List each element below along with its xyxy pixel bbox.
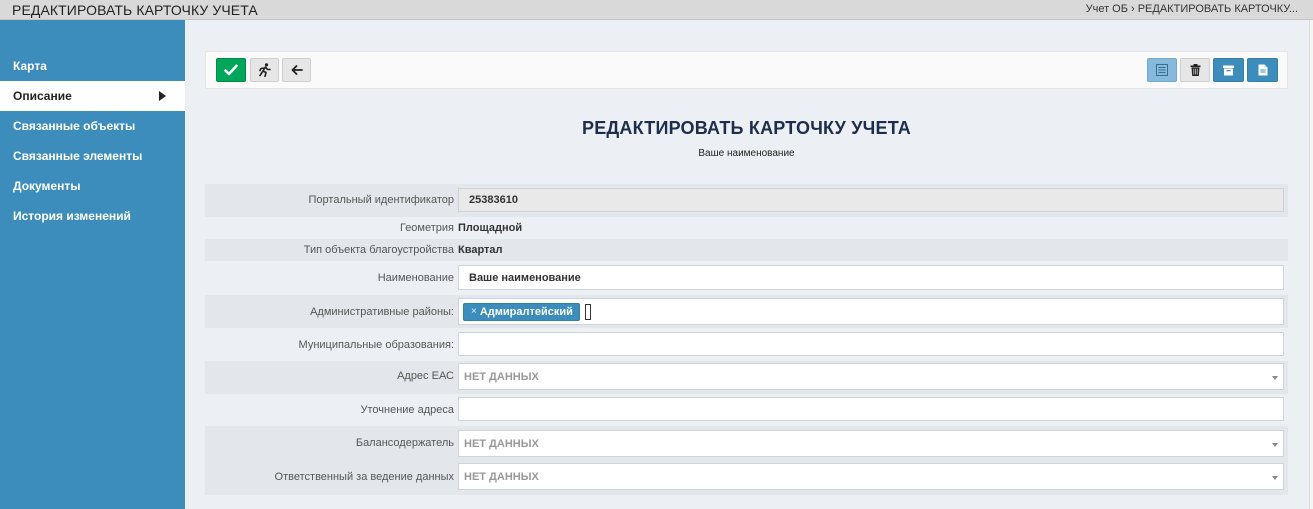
- sidebar-item-history[interactable]: История изменений: [0, 201, 185, 231]
- sidebar-item-map[interactable]: Карта: [0, 51, 185, 81]
- geometry-value: Площадной: [458, 222, 523, 234]
- sidebar-item-label: Связанные объекты: [13, 119, 136, 133]
- chevron-down-icon: [1272, 442, 1278, 447]
- sidebar: Карта Описание Связанные объекты Связанн…: [0, 20, 185, 509]
- field-label: Наименование: [377, 272, 454, 284]
- window-title: РЕДАКТИРОВАТЬ КАРТОЧКУ УЧЕТА: [12, 2, 258, 18]
- field-label: Геометрия: [399, 222, 454, 234]
- text-cursor: [584, 303, 591, 320]
- form-row-address: Адрес ЕАС НЕТ ДАННЫХ: [205, 361, 1288, 394]
- archive-icon: [1223, 65, 1234, 75]
- field-label: Муниципальные образования:: [298, 339, 454, 351]
- portal-id-value: 25383610: [469, 194, 518, 206]
- chevron-down-icon: [1272, 475, 1278, 480]
- form-row-address-detail: Уточнение адреса: [205, 394, 1288, 426]
- address-detail-input[interactable]: [458, 397, 1284, 421]
- delete-button[interactable]: [1180, 58, 1210, 82]
- field-label: Тип объекта благоустройства: [303, 244, 454, 256]
- form-row-responsible: Ответственный за ведение данных НЕТ ДАНН…: [205, 461, 1288, 495]
- archive-button[interactable]: [1213, 58, 1244, 82]
- triangle-right-icon: [159, 91, 166, 101]
- tag-remove-icon[interactable]: ×: [471, 306, 477, 317]
- district-tag: × Адмиралтейский: [463, 302, 580, 321]
- field-label: Портальный идентификатор: [308, 194, 454, 206]
- document-icon: [1258, 64, 1267, 76]
- run-icon: [259, 63, 271, 77]
- responsible-select-value: НЕТ ДАННЫХ: [464, 470, 539, 483]
- sidebar-item-label: Описание: [13, 89, 72, 103]
- trash-icon: [1190, 64, 1200, 76]
- balance-holder-select-value: НЕТ ДАННЫХ: [464, 437, 539, 450]
- name-input[interactable]: Ваше наименование: [458, 265, 1284, 290]
- field-label: Ответственный за ведение данных: [274, 471, 454, 483]
- sidebar-item-related-objects[interactable]: Связанные объекты: [0, 111, 185, 141]
- sidebar-item-documents[interactable]: Документы: [0, 171, 185, 201]
- scrollbar[interactable]: [1309, 20, 1313, 509]
- sidebar-item-label: История изменений: [13, 209, 131, 223]
- field-label: Уточнение адреса: [360, 404, 454, 416]
- address-select[interactable]: НЕТ ДАННЫХ: [458, 363, 1284, 390]
- form-row-portal-id: Портальный идентификатор 25383610: [205, 184, 1288, 217]
- page-title: РЕДАКТИРОВАТЬ КАРТОЧКУ УЧЕТА: [581, 118, 911, 138]
- form-row-balance-holder: Балансодержатель НЕТ ДАННЫХ: [205, 426, 1288, 461]
- arrow-left-icon: [291, 65, 303, 75]
- sidebar-item-label: Карта: [13, 59, 47, 73]
- balance-holder-select[interactable]: НЕТ ДАННЫХ: [458, 430, 1284, 457]
- sidebar-item-description[interactable]: Описание: [0, 81, 185, 111]
- chevron-down-icon: [1272, 375, 1278, 380]
- list-icon: [1156, 64, 1168, 76]
- object-type-value: Квартал: [458, 244, 503, 256]
- municipal-input[interactable]: [458, 332, 1284, 356]
- back-button[interactable]: [282, 58, 311, 82]
- form-row-geometry: Геометрия Площадной: [205, 217, 1288, 239]
- list-view-button[interactable]: [1147, 58, 1177, 82]
- field-label: Балансодержатель: [355, 437, 454, 449]
- run-button[interactable]: [250, 58, 279, 82]
- sidebar-item-label: Связанные элементы: [13, 149, 143, 163]
- district-tag-label: Адмиралтейский: [479, 305, 573, 318]
- form-row-municipal: Муниципальные образования:: [205, 328, 1288, 361]
- name-input-value: Ваше наименование: [469, 271, 581, 284]
- title-bar: РЕДАКТИРОВАТЬ КАРТОЧКУ УЧЕТА Учет ОБ › Р…: [0, 0, 1313, 20]
- address-select-value: НЕТ ДАННЫХ: [464, 370, 539, 383]
- form-row-object-type: Тип объекта благоустройства Квартал: [205, 239, 1288, 261]
- form-row-districts: Административные районы: × Адмиралтейски…: [205, 295, 1288, 328]
- breadcrumb[interactable]: Учет ОБ › РЕДАКТИРОВАТЬ КАРТОЧКУ...: [1086, 3, 1298, 15]
- field-label: Адрес ЕАС: [397, 370, 454, 382]
- save-button[interactable]: [216, 58, 246, 82]
- toolbar: [205, 51, 1288, 89]
- districts-multiselect[interactable]: × Адмиралтейский: [458, 298, 1284, 325]
- sidebar-item-related-elements[interactable]: Связанные элементы: [0, 141, 185, 171]
- check-icon: [224, 64, 238, 76]
- responsible-select[interactable]: НЕТ ДАННЫХ: [458, 463, 1284, 490]
- document-button[interactable]: [1247, 58, 1278, 82]
- sidebar-item-label: Документы: [13, 179, 81, 193]
- portal-id-field: 25383610: [458, 188, 1284, 212]
- page-subtitle: Ваше наименование: [698, 148, 795, 159]
- form-row-name: Наименование Ваше наименование: [205, 261, 1288, 295]
- field-label: Административные районы:: [310, 306, 454, 318]
